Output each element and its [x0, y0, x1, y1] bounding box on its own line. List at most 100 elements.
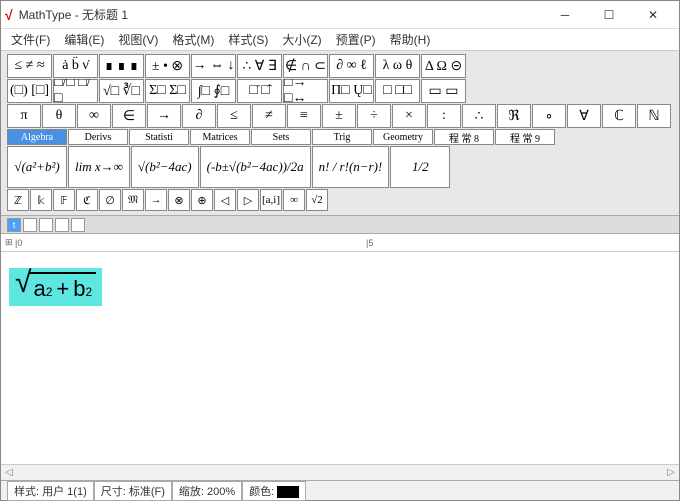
doc-tab-0[interactable]: t — [7, 218, 21, 232]
palette-tiny-5[interactable]: 𝔐 — [122, 189, 144, 211]
menu-文件(F)[interactable]: 文件(F) — [5, 29, 56, 50]
palette-formula-0[interactable]: √(a²+b²) — [7, 146, 67, 188]
palette-formula-2[interactable]: √(b²−4ac) — [131, 146, 199, 188]
palette-template-2[interactable]: √□ ∛□ — [99, 79, 144, 103]
palette-glyph-6[interactable]: ≤ — [217, 104, 251, 128]
palette-glyph-10[interactable]: ÷ — [357, 104, 391, 128]
palette-template-3[interactable]: Σ□ Σ□ — [145, 79, 190, 103]
editor-area[interactable]: √ a2 + b2 — [1, 252, 679, 464]
status-zoom-value: 200% — [207, 486, 235, 498]
palette-tiny-1[interactable]: 𝕜 — [30, 189, 52, 211]
palette-symbol-9[interactable]: Δ Ω ⊝ — [421, 54, 466, 78]
palette-tiny-6[interactable]: → — [145, 189, 167, 211]
close-button[interactable]: ✕ — [631, 1, 675, 29]
palette-glyph-2[interactable]: ∞ — [77, 104, 111, 128]
status-size-value: 标准(F) — [129, 486, 165, 498]
palette-symbol-6[interactable]: ∉ ∩ ⊂ — [283, 54, 328, 78]
palette-glyph-16[interactable]: ∀ — [567, 104, 601, 128]
palette-glyph-5[interactable]: ∂ — [182, 104, 216, 128]
palette-template-5[interactable]: □̄ □̂ — [237, 79, 282, 103]
palette-formula-3[interactable]: (-b±√(b²−4ac))/2a — [200, 146, 311, 188]
doc-tab-3[interactable] — [55, 218, 69, 232]
palette-template-8[interactable]: □ □□ — [375, 79, 420, 103]
palette-symbol-7[interactable]: ∂ ∞ ℓ — [329, 54, 374, 78]
palette-formula-5[interactable]: 1/2 — [390, 146, 450, 188]
scrollbar-h[interactable]: ◁ ▷ — [1, 464, 679, 480]
palette-glyph-12[interactable]: : — [427, 104, 461, 128]
palette-glyph-8[interactable]: ≡ — [287, 104, 321, 128]
scroll-right-icon[interactable]: ▷ — [667, 467, 675, 478]
palette-symbol-2[interactable]: ∎ ∎ ∎ — [99, 54, 144, 78]
palette-symbol-4[interactable]: → ⇔ ↓ — [191, 54, 236, 78]
palette-glyph-0[interactable]: π — [7, 104, 41, 128]
palette-symbol-3[interactable]: ± • ⊗ — [145, 54, 190, 78]
palette-glyph-7[interactable]: ≠ — [252, 104, 286, 128]
palette-glyph-14[interactable]: ℜ — [497, 104, 531, 128]
menu-格式(M)[interactable]: 格式(M) — [166, 29, 220, 50]
scroll-left-icon[interactable]: ◁ — [5, 467, 13, 478]
palette-template-9[interactable]: ▭ ▭ — [421, 79, 466, 103]
doc-tab-4[interactable] — [71, 218, 85, 232]
minimize-button[interactable]: ─ — [543, 1, 587, 29]
color-swatch[interactable] — [277, 486, 299, 498]
palette-tiny-12[interactable]: ∞ — [283, 189, 305, 211]
palette-tiny-13[interactable]: √2 — [306, 189, 328, 211]
palette-tab-5[interactable]: Trig — [312, 129, 372, 145]
palette-tiny-2[interactable]: 𝔽 — [53, 189, 75, 211]
palette-tiny-8[interactable]: ⊕ — [191, 189, 213, 211]
palette-tab-1[interactable]: Derivs — [68, 129, 128, 145]
palette-tab-4[interactable]: Sets — [251, 129, 311, 145]
palette-tiny-0[interactable]: ℤ — [7, 189, 29, 211]
palette-symbol-0[interactable]: ≤ ≠ ≈ — [7, 54, 52, 78]
palette-glyph-18[interactable]: ℕ — [637, 104, 671, 128]
status-style-label: 样式: — [14, 486, 39, 498]
palette-tab-0[interactable]: Algebra — [7, 129, 67, 145]
palette-tiny-11[interactable]: [a,i] — [260, 189, 282, 211]
palette-glyph-17[interactable]: ℂ — [602, 104, 636, 128]
menu-帮助(H)[interactable]: 帮助(H) — [384, 29, 437, 50]
palette-template-0[interactable]: (□) [□] — [7, 79, 52, 103]
palette-symbol-8[interactable]: λ ω θ — [375, 54, 420, 78]
palette-tab-3[interactable]: Matrices — [190, 129, 250, 145]
palette-glyph-15[interactable]: ∘ — [532, 104, 566, 128]
palette-glyph-4[interactable]: → — [147, 104, 181, 128]
palette-template-1[interactable]: □/□ □/□ — [53, 79, 98, 103]
menu-视图(V)[interactable]: 视图(V) — [112, 29, 164, 50]
palette-tab-6[interactable]: Geometry — [373, 129, 433, 145]
menubar: 文件(F)编辑(E)视图(V)格式(M)样式(S)大小(Z)预置(P)帮助(H) — [1, 29, 679, 51]
window-title: MathType - 无标题 1 — [19, 6, 543, 23]
palette-template-6[interactable]: □→ □↔ — [283, 79, 328, 103]
palette-tab-8[interactable]: 程 常 9 — [495, 129, 555, 145]
menu-大小(Z)[interactable]: 大小(Z) — [276, 29, 327, 50]
doc-tab-2[interactable] — [39, 218, 53, 232]
palette-formula-4[interactable]: n! / r!(n−r)! — [312, 146, 390, 188]
palette-glyph-3[interactable]: ∈ — [112, 104, 146, 128]
formula-selection[interactable]: √ a2 + b2 — [9, 268, 102, 306]
palette-tab-2[interactable]: Statisti — [129, 129, 189, 145]
palette-template-7[interactable]: Π□ Ų□ — [329, 79, 374, 103]
menu-样式(S)[interactable]: 样式(S) — [222, 29, 274, 50]
status-color-label: 颜色: — [249, 486, 274, 498]
palette-template-4[interactable]: ∫□ ∮□ — [191, 79, 236, 103]
palette-glyph-11[interactable]: × — [392, 104, 426, 128]
maximize-button[interactable]: ☐ — [587, 1, 631, 29]
palette-tiny-4[interactable]: ∅ — [99, 189, 121, 211]
palette-glyph-9[interactable]: ± — [322, 104, 356, 128]
palette-symbol-1[interactable]: ȧ b̈ ν̇ — [53, 54, 98, 78]
palette-glyph-13[interactable]: ∴ — [462, 104, 496, 128]
palette-tiny-9[interactable]: ◁ — [214, 189, 236, 211]
palette-formula-1[interactable]: lim x→∞ — [68, 146, 130, 188]
palette-tiny-10[interactable]: ▷ — [237, 189, 259, 211]
palette-tab-7[interactable]: 程 常 8 — [434, 129, 494, 145]
palette-symbol-5[interactable]: ∴ ∀ ∃ — [237, 54, 282, 78]
palette-tiny-3[interactable]: ℭ — [76, 189, 98, 211]
term-b-sup: 2 — [86, 285, 93, 299]
term-a-sup: 2 — [46, 285, 53, 299]
statusbar: 样式: 用户 1(1) 尺寸: 标准(F) 缩放: 200% 颜色: — [1, 480, 679, 500]
plus-sign: + — [52, 276, 73, 302]
palette-glyph-1[interactable]: θ — [42, 104, 76, 128]
menu-编辑(E)[interactable]: 编辑(E) — [58, 29, 110, 50]
menu-预置(P)[interactable]: 预置(P) — [330, 29, 382, 50]
palette-tiny-7[interactable]: ⊗ — [168, 189, 190, 211]
doc-tab-1[interactable] — [23, 218, 37, 232]
